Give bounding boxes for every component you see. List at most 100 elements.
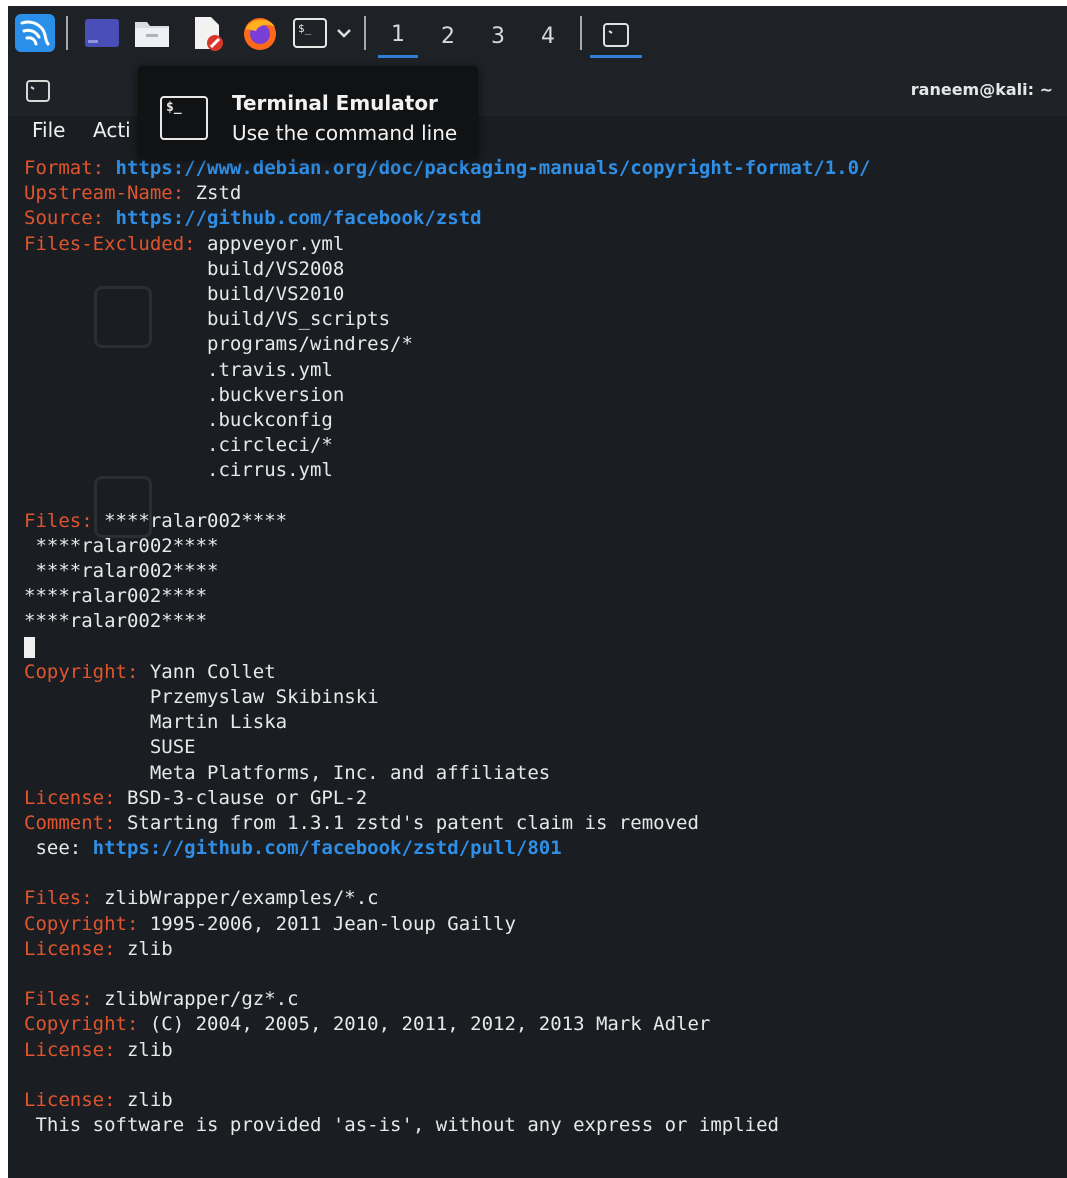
field-key: Files-Excluded:	[24, 232, 208, 255]
desktop-screen: $_ 1 2 3 4 raneem@kali: ~ File Acti Form…	[8, 6, 1067, 1178]
terminal-line: License: zlib	[24, 1088, 1067, 1113]
field-value: .cirrus.yml	[24, 459, 333, 482]
field-value: zlib	[126, 1088, 173, 1111]
terminal-line: Format: https://www.debian.org/doc/packa…	[24, 156, 1067, 181]
terminal-line: SUSE	[24, 735, 1067, 760]
panel-separator	[580, 16, 582, 50]
terminal-icon[interactable]: $_	[290, 14, 330, 52]
field-value: appveyor.yml	[207, 232, 345, 255]
field-value: zlib	[126, 1038, 173, 1061]
workspace-3[interactable]: 3	[478, 14, 518, 58]
text-editor-icon[interactable]	[188, 14, 228, 52]
terminal-line: License: zlib	[24, 937, 1067, 962]
field-key: Source:	[24, 207, 116, 230]
terminal-line: Comment: Starting from 1.3.1 zstd's pate…	[24, 811, 1067, 836]
terminal-line: Files-Excluded: appveyor.yml	[24, 232, 1067, 257]
terminal-line: Copyright: Yann Collet	[24, 660, 1067, 685]
terminal-line: programs/windres/*	[24, 332, 1067, 357]
terminal-line: Files: ****ralar002****	[24, 509, 1067, 534]
file-manager-icon[interactable]	[132, 14, 172, 52]
terminal-line: build/VS_scripts	[24, 307, 1067, 332]
terminal-line: Przemyslaw Skibinski	[24, 685, 1067, 710]
field-value: zlibWrapper/examples/*.c	[104, 887, 379, 910]
terminal-line: ****ralar002****	[24, 609, 1067, 634]
terminal-line: Source: https://github.com/facebook/zstd	[24, 206, 1067, 231]
panel-separator	[364, 16, 366, 50]
workspace-2[interactable]: 2	[428, 14, 468, 58]
field-value: Zstd	[195, 182, 242, 205]
text-cursor	[24, 636, 35, 658]
field-value: (C) 2004, 2005, 2010, 2011, 2012, 2013 M…	[149, 1013, 711, 1036]
field-key: Files:	[24, 509, 105, 532]
taskbar-terminal-button[interactable]	[590, 14, 642, 58]
field-key: Copyright:	[24, 660, 150, 683]
terminal-line: ****ralar002****	[24, 534, 1067, 559]
field-value: build/VS_scripts	[24, 308, 391, 331]
field-key: Format:	[24, 157, 116, 179]
field-value: ****ralar002****	[24, 610, 208, 633]
terminal-line: License: BSD-3-clause or GPL-2	[24, 786, 1067, 811]
terminal-output[interactable]: Format: https://www.debian.org/doc/packa…	[24, 156, 1067, 1138]
field-key: Comment:	[24, 811, 127, 834]
firefox-icon[interactable]	[240, 14, 280, 52]
terminal-line: see: https://github.com/facebook/zstd/pu…	[24, 836, 1067, 861]
field-value: ****ralar002****	[24, 585, 208, 608]
field-key: Copyright:	[24, 1013, 150, 1036]
field-value: Przemyslaw Skibinski	[24, 685, 379, 708]
terminal-line: .cirrus.yml	[24, 458, 1067, 483]
url-link[interactable]: https://github.com/facebook/zstd	[116, 207, 482, 229]
field-key: License:	[24, 937, 127, 960]
field-value: .buckconfig	[24, 408, 333, 431]
menu-file[interactable]: File	[32, 118, 65, 142]
terminal-line	[24, 635, 1067, 660]
field-value: ****ralar002****	[24, 534, 219, 557]
terminal-line: .buckversion	[24, 383, 1067, 408]
terminal-icon: $_	[160, 96, 208, 140]
tooltip-title: Terminal Emulator	[232, 91, 438, 115]
terminal-line: Copyright: (C) 2004, 2005, 2010, 2011, 2…	[24, 1012, 1067, 1037]
terminal-tooltip: $_ Terminal Emulator Use the command lin…	[138, 66, 478, 158]
field-value: Meta Platforms, Inc. and affiliates	[24, 761, 551, 784]
workspace-4[interactable]: 4	[528, 14, 568, 58]
url-link[interactable]: https://www.debian.org/doc/packaging-man…	[116, 157, 871, 179]
svg-text:$_: $_	[298, 22, 312, 35]
field-value: SUSE	[24, 736, 196, 759]
field-value: build/VS2010	[24, 282, 345, 305]
terminal-line: Copyright: 1995-2006, 2011 Jean-loup Gai…	[24, 912, 1067, 937]
terminal-line: This software is provided 'as-is', witho…	[24, 1113, 1067, 1138]
field-value: Starting from 1.3.1 zstd's patent claim …	[126, 811, 699, 834]
terminal-line: ****ralar002****	[24, 559, 1067, 584]
field-value: Martin Liska	[24, 711, 288, 734]
workspace-1[interactable]: 1	[378, 14, 418, 58]
tooltip-subtitle: Use the command line	[232, 121, 458, 145]
field-value: programs/windres/*	[24, 333, 413, 356]
field-value: build/VS2008	[24, 257, 345, 280]
desktop-icon[interactable]	[82, 14, 122, 52]
field-value: This software is provided 'as-is', witho…	[24, 1114, 779, 1137]
terminal-line: Martin Liska	[24, 710, 1067, 735]
terminal-icon	[603, 22, 629, 47]
terminal-line: Files: zlibWrapper/examples/*.c	[24, 886, 1067, 911]
field-key: License:	[24, 1088, 127, 1111]
field-key: Files:	[24, 988, 105, 1011]
chevron-down-icon[interactable]	[332, 14, 356, 52]
field-value: see:	[24, 837, 93, 860]
menu-actions[interactable]: Acti	[93, 118, 131, 142]
field-value: zlibWrapper/gz*.c	[104, 988, 299, 1011]
field-value: ****ralar002****	[104, 509, 288, 532]
terminal-line: Upstream-Name: Zstd	[24, 181, 1067, 206]
kali-menu-icon[interactable]	[14, 14, 56, 52]
field-value: .travis.yml	[24, 358, 333, 381]
url-link[interactable]: https://github.com/facebook/zstd/pull/80…	[93, 837, 562, 859]
field-key: License:	[24, 1038, 127, 1061]
terminal-line: Files: zlibWrapper/gz*.c	[24, 987, 1067, 1012]
field-value: .circleci/*	[24, 434, 333, 457]
terminal-line: License: zlib	[24, 1038, 1067, 1063]
terminal-line: build/VS2010	[24, 282, 1067, 307]
field-value: BSD-3-clause or GPL-2	[126, 786, 368, 809]
top-panel: $_ 1 2 3 4	[8, 6, 1067, 62]
field-value: Yann Collet	[149, 660, 276, 683]
panel-separator	[66, 16, 68, 50]
